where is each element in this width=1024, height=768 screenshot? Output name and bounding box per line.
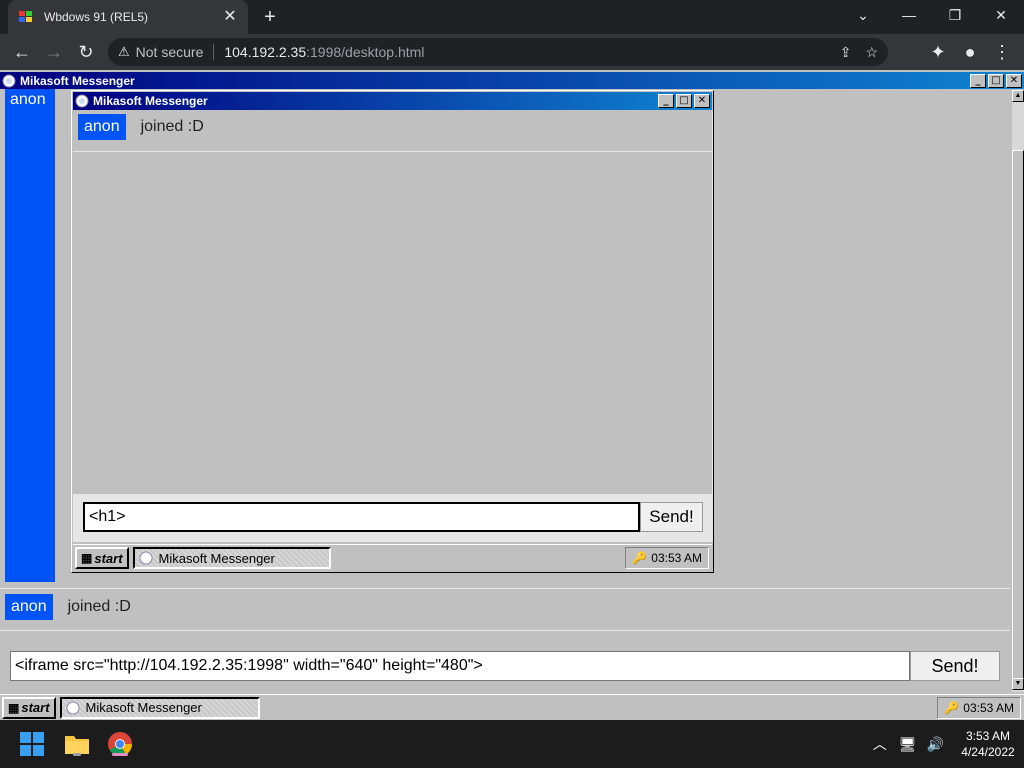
inner-tray: 🔑 03:53 AM: [625, 547, 709, 569]
network-icon[interactable]: 🖥: [899, 736, 917, 753]
tab-search-icon[interactable]: ⌄: [840, 0, 886, 30]
message-user: anon: [5, 594, 53, 620]
tab-close-icon[interactable]: ✕: [222, 9, 238, 25]
outer-window-title: Mikasoft Messenger: [20, 73, 135, 88]
divider: [0, 630, 1010, 631]
extensions-icon[interactable]: ✦: [922, 36, 954, 68]
folder-icon: [65, 736, 89, 754]
start-logo-icon: ▦: [8, 700, 20, 715]
address-bar[interactable]: ⚠ Not secure 104.192.2.35:1998/desktop.h…: [108, 38, 888, 66]
window-minimize-button[interactable]: —: [886, 0, 932, 30]
outer-titlebar[interactable]: Mikasoft Messenger _ □ ✕: [0, 72, 1024, 89]
divider: [73, 151, 713, 152]
outer-minimize-button[interactable]: _: [970, 73, 986, 88]
inner-window-title: Mikasoft Messenger: [93, 94, 208, 108]
inner-tray-clock: 03:53 AM: [651, 551, 702, 565]
user-sidebar: anon: [5, 89, 55, 582]
inner-close-button[interactable]: ✕: [694, 94, 710, 108]
start-label: start: [21, 700, 50, 715]
taskbar-item-label: Mikasoft Messenger: [85, 700, 202, 715]
browser-tab[interactable]: Wbdows 91 (REL5) ✕: [8, 0, 248, 34]
inner-minimize-button[interactable]: _: [658, 94, 674, 108]
clock-date: 4/24/2022: [961, 745, 1015, 759]
system-clock[interactable]: 3:53 AM 4/24/2022: [952, 728, 1024, 760]
bookmark-star-icon[interactable]: ☆: [865, 44, 878, 61]
toolbar-right: ✦ ● ⋮: [922, 34, 1024, 70]
warning-icon[interactable]: ⚠: [118, 44, 130, 60]
message-text: joined :D: [67, 598, 131, 615]
reload-button[interactable]: ↻: [70, 36, 102, 68]
start-logo-icon: ▦: [81, 551, 93, 565]
file-explorer-icon[interactable]: [61, 728, 93, 760]
outer-send-button[interactable]: Send!: [910, 651, 1000, 681]
url-path: :1998/desktop.html: [306, 44, 425, 60]
chrome-icon[interactable]: [104, 728, 136, 760]
messenger-icon: [66, 701, 80, 714]
windows-favicon-icon: [19, 11, 32, 22]
outer-maximize-button[interactable]: □: [988, 73, 1004, 88]
inner-chat-area: anon joined :D: [73, 111, 713, 494]
outer-taskbar-item[interactable]: Mikasoft Messenger: [59, 696, 260, 719]
inner-composer: <h1> Send!: [83, 502, 703, 532]
menu-kebab-icon[interactable]: ⋮: [986, 36, 1018, 68]
outer-win95-taskbar: ▦ start Mikasoft Messenger 🔑 03:53 AM: [0, 694, 1024, 720]
key-icon: 🔑: [632, 551, 648, 565]
inner-composer-area: <h1> Send!: [73, 494, 713, 542]
back-button[interactable]: ←: [6, 36, 38, 68]
message-user: anon: [78, 114, 126, 140]
outer-tray: 🔑 03:53 AM: [937, 696, 1021, 719]
key-icon: 🔑: [944, 700, 960, 715]
window-close-button[interactable]: ✕: [978, 0, 1024, 30]
outer-scrollbar[interactable]: ▲ ▼: [1012, 90, 1024, 692]
app-running-indicator: [73, 753, 81, 756]
webpage: Mikasoft Messenger _ □ ✕ anon anon joine…: [0, 70, 1024, 720]
tab-title: Wbdows 91 (REL5): [44, 10, 149, 24]
outer-start-button[interactable]: ▦ start: [2, 696, 56, 719]
outer-composer: <iframe src="http://104.192.2.35:1998" w…: [10, 651, 1000, 681]
message-text: joined :D: [140, 118, 204, 135]
share-icon[interactable]: ⇪: [840, 44, 852, 61]
browser-tabstrip: Wbdows 91 (REL5) ✕ + ⌄ — ❐ ✕: [0, 0, 1024, 34]
chevron-up-icon[interactable]: ︿: [873, 734, 887, 754]
volume-icon[interactable]: 🔊: [927, 736, 944, 753]
inner-message-input[interactable]: <h1>: [83, 502, 640, 532]
scroll-down-arrow-icon[interactable]: ▼: [1012, 678, 1024, 690]
outer-message-row: anon joined :D: [5, 594, 131, 620]
new-tab-button[interactable]: +: [258, 5, 282, 29]
inner-message-row: anon joined :D: [78, 114, 204, 140]
inner-win95-taskbar: ▦ start Mikasoft Messenger 🔑 03:53 AM: [73, 544, 712, 571]
inner-titlebar[interactable]: Mikasoft Messenger _ □ ✕: [73, 92, 712, 110]
sidebar-user-name[interactable]: anon: [5, 89, 55, 109]
window-restore-button[interactable]: ❐: [932, 0, 978, 30]
windows-start-icon[interactable]: [16, 728, 48, 760]
windows-taskbar: ︿ 🖥 🔊 3:53 AM 4/24/2022: [0, 720, 1024, 768]
url-host: 104.192.2.35: [224, 44, 307, 60]
taskbar-item-label: Mikasoft Messenger: [158, 550, 275, 566]
scroll-thumb[interactable]: [1012, 150, 1024, 690]
divider: [0, 588, 1010, 589]
system-tray: ︿ 🖥 🔊 3:53 AM 4/24/2022: [873, 720, 1024, 768]
security-label: Not secure: [135, 44, 204, 60]
messenger-icon: [139, 551, 153, 565]
start-label: start: [94, 550, 123, 566]
messenger-icon: [2, 74, 16, 87]
outer-close-button[interactable]: ✕: [1006, 73, 1022, 88]
windows-logo-icon: [20, 732, 44, 756]
app-active-indicator: [112, 753, 128, 756]
scroll-up-arrow-icon[interactable]: ▲: [1012, 90, 1024, 102]
inner-taskbar-item[interactable]: Mikasoft Messenger: [132, 547, 331, 569]
inner-maximize-button[interactable]: □: [676, 94, 692, 108]
omnibox-divider: [213, 44, 215, 60]
profile-icon[interactable]: ●: [954, 36, 986, 68]
inner-start-button[interactable]: ▦ start: [75, 547, 129, 569]
messenger-icon: [75, 94, 89, 108]
forward-button[interactable]: →: [38, 36, 70, 68]
inner-messenger-window: Mikasoft Messenger _ □ ✕ anon joined :D …: [71, 90, 714, 573]
clock-time: 3:53 AM: [965, 729, 1011, 743]
outer-tray-clock: 03:53 AM: [963, 700, 1014, 715]
inner-send-button[interactable]: Send!: [640, 502, 703, 532]
outer-message-input[interactable]: <iframe src="http://104.192.2.35:1998" w…: [10, 651, 910, 681]
browser-toolbar: ← → ↻ ⚠ Not secure 104.192.2.35:1998/des…: [0, 34, 1024, 70]
